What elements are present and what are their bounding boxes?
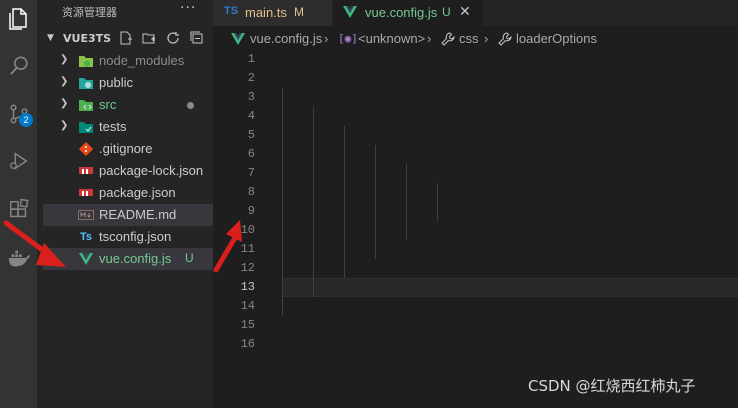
line-number: 1 [247,52,255,66]
annotation-arrow-right [213,220,242,273]
explorer-sidebar: 资源管理器 ··· ▼ VUE3TS ❯ node_modules ❯ publ… [37,0,213,408]
activity-bar: 2 [0,0,37,408]
chevron-right-icon: ❯ [60,98,69,109]
line-number: 15 [240,318,255,332]
annotation-arrow-left [3,220,66,267]
untracked-badge: U [185,251,194,265]
source-control-icon[interactable]: 2 [4,99,33,128]
line-number: 16 [240,337,255,351]
explorer-icon[interactable] [4,4,33,33]
git-icon [78,141,94,157]
line-number: 6 [247,147,255,161]
indent-guide [344,126,345,278]
collapse-all-icon[interactable] [190,31,204,45]
close-icon[interactable]: ✕ [459,3,471,20]
tree-item-label: .gitignore [99,141,153,156]
tree-item-gitignore[interactable]: .gitignore [43,138,213,160]
line-number: 8 [247,185,255,199]
tab-vue-config[interactable]: vue.config.js U ✕ [333,0,483,26]
chevron-right-icon: › [484,31,489,46]
breadcrumb-unknown[interactable]: <unknown> [358,31,425,46]
line-number-current: 13 [240,280,255,294]
editor-tabs: TS main.ts M vue.config.js U ✕ [213,0,738,26]
folder-tests-icon [78,119,94,135]
npm-icon [78,163,94,179]
explorer-header: 资源管理器 ··· [37,0,213,22]
chevron-right-icon: › [427,31,432,46]
vue-icon [343,6,357,21]
new-folder-icon[interactable] [142,31,156,45]
explorer-title: 资源管理器 [62,6,117,19]
npm-icon [78,185,94,201]
chevron-down-icon: ▼ [47,33,54,43]
wrench-icon [498,32,512,49]
tab-label: vue.config.js [365,5,438,20]
search-icon[interactable] [4,51,33,80]
line-number: 7 [247,166,255,180]
line-number: 5 [247,128,255,142]
tree-item-label: README.md [99,207,177,222]
code-editor[interactable]: 1 2 3 4 5 6 7 8 9 10 11 12 13 14 15 16 [213,50,738,408]
tree-item-label: tests [99,119,127,134]
tree-item-label: public [99,75,133,90]
line-number: 4 [247,109,255,123]
folder-node-icon [78,53,94,69]
tree-item-label: package.json [99,185,176,200]
tree-item-src[interactable]: ❯ src [43,94,213,116]
tree-item-package-lock[interactable]: package-lock.json [43,160,213,182]
scm-badge: 2 [19,113,33,127]
ts-icon: TS [224,5,239,17]
chevron-right-icon: ❯ [60,54,69,65]
project-name: VUE3TS [63,32,112,45]
tree-item-label: vue.config.js [99,251,172,266]
breadcrumb-loader-options[interactable]: loaderOptions [516,31,597,46]
tree-item-label: node_modules [99,53,185,68]
chevron-right-icon: › [324,31,329,46]
more-actions-button[interactable]: ··· [180,0,196,16]
tree-item-label: tsconfig.json [99,229,172,244]
untracked-badge: U [442,5,451,19]
breadcrumb: vue.config.js › [◉] <unknown> › css › lo… [213,26,738,50]
ts-icon: Ts [79,231,93,243]
folder-public-icon [78,75,94,91]
folder-src-icon [78,97,94,113]
indent-guide [375,145,376,259]
line-number: 14 [240,299,255,313]
tree-item-package-json[interactable]: package.json [43,182,213,204]
indent-guide [406,164,407,240]
tree-item-node-modules[interactable]: ❯ node_modules [43,50,213,72]
module-icon: [◉] [338,32,358,45]
tree-item-label: src [99,97,117,112]
line-number: 9 [247,204,255,218]
refresh-icon[interactable] [166,31,180,45]
indent-guide [437,183,438,221]
tree-item-public[interactable]: ❯ public [43,72,213,94]
breadcrumb-file[interactable]: vue.config.js [250,31,322,46]
project-header[interactable]: ▼ VUE3TS [37,28,213,50]
indent-guide [282,88,283,316]
breadcrumb-css[interactable]: css [459,31,479,46]
line-number: 3 [247,90,255,104]
watermark: CSDN @红烧西红柿丸子 [528,377,696,395]
chevron-right-icon: ❯ [60,76,69,87]
run-debug-icon[interactable] [4,146,33,175]
new-file-icon[interactable] [119,31,133,45]
wrench-icon [441,32,455,49]
markdown-icon [78,207,94,223]
indent-guide [313,107,314,297]
modified-dot-icon [187,102,194,109]
current-line-highlight [283,278,738,297]
vue-icon [231,33,245,48]
line-number: 2 [247,71,255,85]
tab-main-ts[interactable]: TS main.ts M [213,0,333,26]
vue-icon [78,251,94,267]
modified-badge: M [294,5,304,19]
tree-item-label: package-lock.json [99,163,204,178]
tab-label: main.ts [245,5,287,20]
tree-item-tests[interactable]: ❯ tests [43,116,213,138]
chevron-right-icon: ❯ [60,120,69,131]
